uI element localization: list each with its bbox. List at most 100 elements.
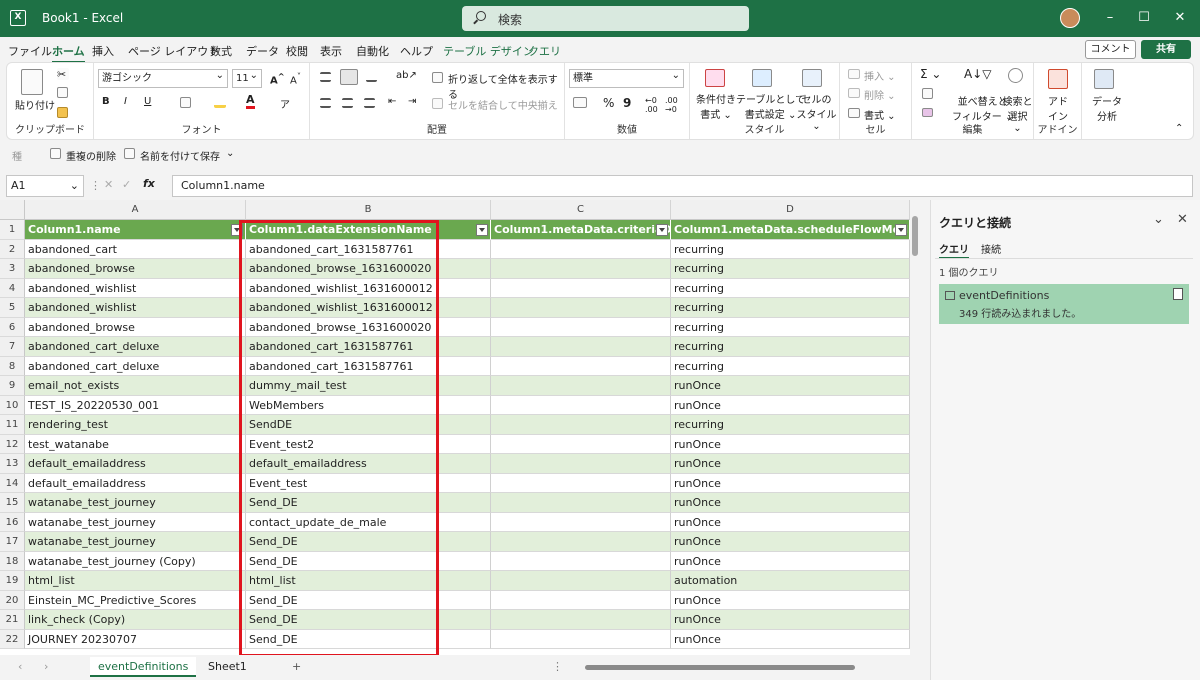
find-select-icon[interactable] (1008, 68, 1023, 83)
row-header[interactable]: 1 (0, 220, 25, 240)
merge-center-button[interactable]: セルを結合して中央揃え (448, 97, 558, 112)
cut-icon[interactable]: ✂ (57, 68, 69, 81)
row-header[interactable]: 4 (0, 278, 25, 298)
tab-table-design[interactable]: テーブル デザイン (443, 43, 534, 59)
table-cell[interactable]: watanabe_test_journey (25, 512, 246, 532)
table-cell[interactable]: abandoned_wishlist (25, 298, 246, 318)
table-cell[interactable]: JOURNEY 20230707 (25, 629, 246, 649)
row-header[interactable]: 11 (0, 415, 25, 435)
table-cell[interactable]: abandoned_cart_1631587761 (246, 337, 491, 357)
more-options-icon[interactable]: ⋮ (90, 179, 101, 192)
conditional-format-icon[interactable] (705, 69, 725, 87)
table-cell[interactable]: watanabe_test_journey (25, 493, 246, 513)
add-sheet-button[interactable]: + (284, 657, 309, 677)
table-cell[interactable] (491, 415, 671, 435)
table-cell[interactable] (491, 551, 671, 571)
table-cell[interactable]: recurring (671, 356, 910, 376)
percent-button[interactable]: % (603, 96, 614, 110)
row-header[interactable]: 12 (0, 434, 25, 454)
align-bottom-icon[interactable] (366, 72, 377, 82)
clear-icon[interactable] (922, 108, 933, 117)
row-header[interactable]: 3 (0, 259, 25, 279)
table-cell[interactable]: link_check (Copy) (25, 610, 246, 630)
paste-button[interactable]: 貼り付け (15, 97, 55, 112)
border-icon[interactable] (180, 97, 191, 108)
table-cell[interactable]: Send_DE (246, 493, 491, 513)
data-analysis-icon[interactable] (1094, 69, 1114, 89)
align-middle-icon[interactable] (340, 69, 358, 85)
comment-button[interactable]: コメント (1085, 40, 1136, 59)
table-cell[interactable]: Event_test2 (246, 434, 491, 454)
table-cell[interactable]: Send_DE (246, 532, 491, 552)
table-cell[interactable] (491, 298, 671, 318)
table-cell[interactable]: abandoned_browse (25, 259, 246, 279)
table-cell[interactable]: recurring (671, 337, 910, 357)
table-cell[interactable] (491, 532, 671, 552)
tab-query[interactable]: クエリ (528, 43, 561, 59)
table-cell[interactable]: automation (671, 571, 910, 591)
table-cell[interactable]: rendering_test (25, 415, 246, 435)
table-cell[interactable]: default_emailaddress (25, 454, 246, 474)
font-size-select[interactable]: 11 (232, 67, 262, 88)
table-cell[interactable]: dummy_mail_test (246, 376, 491, 396)
increase-indent-icon[interactable]: ⇥ (408, 96, 416, 107)
column-header-d[interactable]: D (671, 200, 910, 220)
conditional-format-button[interactable]: 条件付き 書式 ⌄ (696, 91, 736, 121)
table-cell[interactable]: runOnce (671, 454, 910, 474)
align-top-icon[interactable] (320, 72, 331, 82)
row-header[interactable]: 10 (0, 395, 25, 415)
qat-customize-icon[interactable]: ⌄ (226, 148, 234, 159)
table-cell[interactable] (491, 473, 671, 493)
save-as-icon[interactable] (124, 148, 135, 159)
insert-function-icon[interactable]: fx (143, 177, 155, 190)
tab-insert[interactable]: 挿入 (92, 43, 114, 59)
table-cell[interactable] (491, 337, 671, 357)
close-button[interactable]: ✕ (1170, 8, 1190, 28)
row-header[interactable]: 19 (0, 571, 25, 591)
share-button[interactable]: 共有 (1141, 40, 1191, 59)
table-cell[interactable]: Send_DE (246, 610, 491, 630)
filter-dropdown-icon[interactable] (895, 224, 907, 236)
horizontal-scrollbar[interactable] (575, 663, 910, 672)
search-box[interactable]: 検索 (462, 6, 749, 31)
table-cell[interactable] (491, 376, 671, 396)
filter-dropdown-icon[interactable] (656, 224, 668, 236)
table-cell[interactable]: contact_update_de_male (246, 512, 491, 532)
underline-button[interactable]: U (144, 96, 151, 107)
decrease-indent-icon[interactable]: ⇤ (388, 96, 396, 107)
document-icon[interactable] (1173, 288, 1183, 300)
table-cell[interactable]: Send_DE (246, 590, 491, 610)
fill-color-icon[interactable] (214, 97, 226, 108)
table-cell[interactable]: runOnce (671, 493, 910, 513)
table-cell[interactable]: abandoned_cart_1631587761 (246, 356, 491, 376)
table-cell[interactable]: runOnce (671, 590, 910, 610)
table-cell[interactable]: abandoned_cart_deluxe (25, 356, 246, 376)
maximize-button[interactable]: ☐ (1134, 8, 1154, 28)
table-cell[interactable] (491, 590, 671, 610)
table-cell[interactable]: recurring (671, 239, 910, 259)
table-cell[interactable]: abandoned_browse_1631600020 (246, 259, 491, 279)
table-cell[interactable] (491, 454, 671, 474)
table-cell[interactable] (491, 610, 671, 630)
table-cell[interactable]: Send_DE (246, 629, 491, 649)
table-header-cell[interactable]: Column1.metaData.criteriaD (491, 220, 671, 240)
table-header-cell[interactable]: Column1.name (25, 220, 246, 240)
table-cell[interactable]: recurring (671, 298, 910, 318)
sheet-tab-sheet1[interactable]: Sheet1 (200, 657, 255, 677)
table-cell[interactable]: runOnce (671, 610, 910, 630)
align-center-icon[interactable] (342, 98, 353, 108)
table-cell[interactable]: runOnce (671, 629, 910, 649)
column-header-c[interactable]: C (491, 200, 671, 220)
tab-home[interactable]: ホーム (52, 43, 85, 63)
filter-dropdown-icon[interactable] (476, 224, 488, 236)
table-cell[interactable]: abandoned_wishlist (25, 278, 246, 298)
decrease-decimal-icon[interactable]: .00 →0 (665, 96, 678, 114)
italic-button[interactable]: I (124, 96, 127, 107)
table-cell[interactable] (491, 317, 671, 337)
chevron-down-icon[interactable]: ⌄ (70, 176, 79, 196)
sheet-options-icon[interactable]: ⋮ (552, 660, 563, 673)
table-cell[interactable]: runOnce (671, 395, 910, 415)
orientation-icon[interactable]: ab↗ (396, 70, 417, 81)
table-cell[interactable]: abandoned_cart_1631587761 (246, 239, 491, 259)
table-cell[interactable]: Einstein_MC_Predictive_Scores (25, 590, 246, 610)
